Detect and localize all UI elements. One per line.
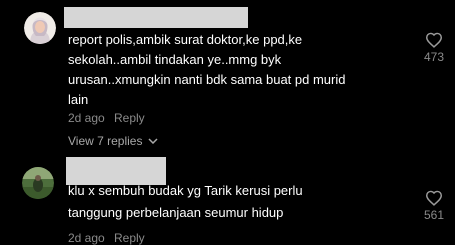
view-replies-button[interactable]: View 7 replies [68, 134, 159, 148]
comment-text: report polis,ambik surat doktor,ke ppd,k… [68, 32, 346, 107]
comment-time: 2d ago [68, 111, 105, 125]
reply-button[interactable]: Reply [114, 111, 145, 125]
avatar[interactable] [22, 167, 54, 199]
username-redacted [64, 7, 248, 28]
like-count: 561 [423, 208, 445, 222]
comment-text: klu x sembuh budak yg Tarik kerusi perlu… [68, 183, 303, 220]
like-button[interactable]: 561 [418, 190, 450, 222]
comment-meta: 2d ago Reply [68, 111, 145, 125]
comment-2: klu x sembuh budak yg Tarik kerusi perlu… [0, 155, 455, 245]
like-button[interactable]: 473 [418, 32, 450, 64]
chevron-down-icon [148, 138, 159, 144]
heart-outline-icon [425, 32, 443, 48]
heart-outline-icon [425, 190, 443, 206]
view-replies-label: View 7 replies [68, 134, 143, 148]
like-count: 473 [423, 50, 445, 64]
avatar[interactable] [24, 12, 56, 44]
comment-1: report polis,ambik surat doktor,ke ppd,k… [0, 0, 455, 160]
